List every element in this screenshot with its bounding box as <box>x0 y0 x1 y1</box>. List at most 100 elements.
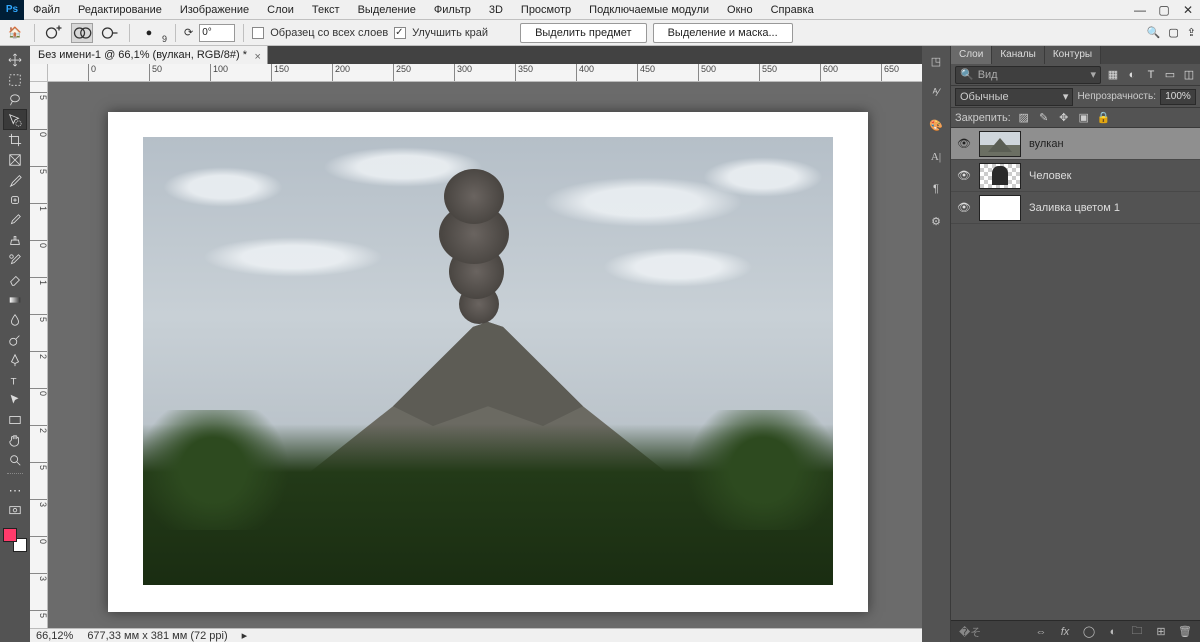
filter-type-icon[interactable]: T <box>1144 68 1158 82</box>
quick-selection-tool[interactable] <box>4 110 26 129</box>
menu-3D[interactable]: 3D <box>480 0 512 20</box>
select-and-mask-button[interactable]: Выделение и маска... <box>653 23 793 43</box>
search-icon[interactable]: 🔍 <box>1147 26 1161 39</box>
menu-Фильтр[interactable]: Фильтр <box>425 0 480 20</box>
filter-smart-icon[interactable]: ◫ <box>1182 68 1196 82</box>
history-panel-icon[interactable]: ◳ <box>927 52 945 70</box>
menu-Текст[interactable]: Текст <box>303 0 349 20</box>
lasso-tool[interactable] <box>4 90 26 109</box>
adjustments-panel-icon[interactable]: ⚙ <box>927 212 945 230</box>
menu-Просмотр[interactable]: Просмотр <box>512 0 580 20</box>
healing-brush-tool[interactable] <box>4 190 26 209</box>
filter-shape-icon[interactable]: ▭ <box>1163 68 1177 82</box>
lock-all-icon[interactable]: 🔒 <box>1097 111 1111 125</box>
layer-visibility-icon[interactable]: 👁 <box>957 137 971 151</box>
sample-all-layers-checkbox[interactable] <box>252 27 264 39</box>
layer-row[interactable]: 👁Человек <box>951 160 1200 192</box>
link-layers-icon[interactable]: ⇔ <box>1034 625 1048 639</box>
layer-visibility-icon[interactable]: 👁 <box>957 201 971 215</box>
menu-Редактирование[interactable]: Редактирование <box>69 0 171 20</box>
add-mask-button[interactable]: ◯ <box>1082 625 1096 639</box>
layer-visibility-icon[interactable]: 👁 <box>957 169 971 183</box>
type-tool[interactable]: T <box>4 370 26 389</box>
window-close-button[interactable]: ✕ <box>1176 0 1200 20</box>
screen-mode-button[interactable] <box>4 501 26 520</box>
lock-pixels-icon[interactable]: ▨ <box>1017 111 1031 125</box>
quick-select-add-icon[interactable] <box>71 23 93 43</box>
status-arrow-icon[interactable]: ▸ <box>242 629 248 642</box>
layer-row[interactable]: 👁вулкан <box>951 128 1200 160</box>
move-tool[interactable] <box>4 50 26 69</box>
document-tabs: Без имени-1 @ 66,1% (вулкан, RGB/8#) * × <box>30 46 922 64</box>
layer-fx-button[interactable]: fx <box>1058 625 1072 639</box>
lock-position-icon[interactable]: ✥ <box>1057 111 1071 125</box>
home-button[interactable]: 🏠 <box>4 23 26 43</box>
lock-artboard-icon[interactable]: ▣ <box>1077 111 1091 125</box>
dodge-tool[interactable] <box>4 330 26 349</box>
panel-tab-Каналы[interactable]: Каналы <box>992 46 1045 64</box>
clone-stamp-tool[interactable] <box>4 230 26 249</box>
zoom-tool[interactable] <box>4 450 26 469</box>
zoom-level[interactable]: 66,12% <box>36 630 73 642</box>
menu-Справка[interactable]: Справка <box>762 0 823 20</box>
quick-select-new-icon[interactable] <box>43 23 65 43</box>
character-panel-icon[interactable]: ᴬ⁄ <box>927 84 945 102</box>
menu-Окно[interactable]: Окно <box>718 0 762 20</box>
filter-pixel-icon[interactable]: ▦ <box>1106 68 1120 82</box>
panel-tab-Слои[interactable]: Слои <box>951 46 992 64</box>
gradient-tool[interactable] <box>4 290 26 309</box>
layer-thumbnail[interactable] <box>979 131 1021 157</box>
new-layer-button[interactable]: ⊞ <box>1154 625 1168 639</box>
marquee-tool[interactable] <box>4 70 26 89</box>
menu-Выделение[interactable]: Выделение <box>349 0 425 20</box>
layer-thumbnail[interactable] <box>979 195 1021 221</box>
share-icon[interactable]: ⇪ <box>1187 26 1196 39</box>
opacity-field[interactable]: 100% <box>1160 89 1196 105</box>
blend-mode-dropdown[interactable]: Обычные▾ <box>955 88 1073 106</box>
menu-Изображение[interactable]: Изображение <box>171 0 258 20</box>
document-tab[interactable]: Без имени-1 @ 66,1% (вулкан, RGB/8#) * × <box>30 46 268 64</box>
layer-filter-dropdown[interactable]: 🔍 Вид ▾ <box>955 66 1101 84</box>
window-maximize-button[interactable]: ▢ <box>1152 0 1176 20</box>
brush-preset-icon[interactable]: ● <box>138 23 160 43</box>
layer-thumbnail[interactable] <box>979 163 1021 189</box>
frame-tool[interactable] <box>4 150 26 169</box>
type-panel-icon-a[interactable]: A| <box>927 148 945 166</box>
history-brush-tool[interactable] <box>4 250 26 269</box>
eraser-tool[interactable] <box>4 270 26 289</box>
artboard <box>108 112 868 612</box>
blur-tool[interactable] <box>4 310 26 329</box>
window-minimize-button[interactable]: — <box>1128 0 1152 20</box>
menu-Подключаемые модули[interactable]: Подключаемые модули <box>580 0 718 20</box>
hand-tool[interactable] <box>4 430 26 449</box>
paragraph-panel-icon[interactable]: ¶ <box>927 180 945 198</box>
menu-Слои[interactable]: Слои <box>258 0 303 20</box>
filter-adjust-icon[interactable]: ◐ <box>1125 68 1139 82</box>
layers-panel: СлоиКаналыКонтуры 🔍 Вид ▾ ▦ ◐ T ▭ ◫ Обыч… <box>950 46 1200 642</box>
layer-row[interactable]: 👁Заливка цветом 1 <box>951 192 1200 224</box>
color-swatches[interactable] <box>2 527 28 553</box>
panel-tab-Контуры[interactable]: Контуры <box>1045 46 1101 64</box>
crop-tool[interactable] <box>4 130 26 149</box>
refine-edge-checkbox[interactable] <box>394 27 406 39</box>
color-panel-icon[interactable]: 🎨 <box>927 116 945 134</box>
lock-brush-icon[interactable]: ✎ <box>1037 111 1051 125</box>
rectangle-tool[interactable] <box>4 410 26 429</box>
new-group-button[interactable]: 🗀 <box>1130 625 1144 639</box>
path-selection-tool[interactable] <box>4 390 26 409</box>
edit-toolbar-button[interactable]: ⋯ <box>4 481 26 500</box>
pen-tool[interactable] <box>4 350 26 369</box>
foreground-color-swatch[interactable] <box>3 528 17 542</box>
quick-select-subtract-icon[interactable] <box>99 23 121 43</box>
layers-list: 👁вулкан👁Человек👁Заливка цветом 1 <box>951 128 1200 620</box>
workspace-icon[interactable]: ▢ <box>1168 26 1178 39</box>
select-subject-button[interactable]: Выделить предмет <box>520 23 647 43</box>
delete-layer-button[interactable]: 🗑 <box>1178 625 1192 639</box>
new-adjustment-button[interactable]: ◐ <box>1106 625 1120 639</box>
angle-field[interactable]: 0° <box>199 24 235 42</box>
menu-Файл[interactable]: Файл <box>24 0 69 20</box>
eyedropper-tool[interactable] <box>4 170 26 189</box>
brush-tool[interactable] <box>4 210 26 229</box>
status-bar: 66,12% 677,33 мм x 381 мм (72 ppi) ▸ <box>30 628 922 642</box>
canvas-viewport[interactable] <box>48 82 922 628</box>
